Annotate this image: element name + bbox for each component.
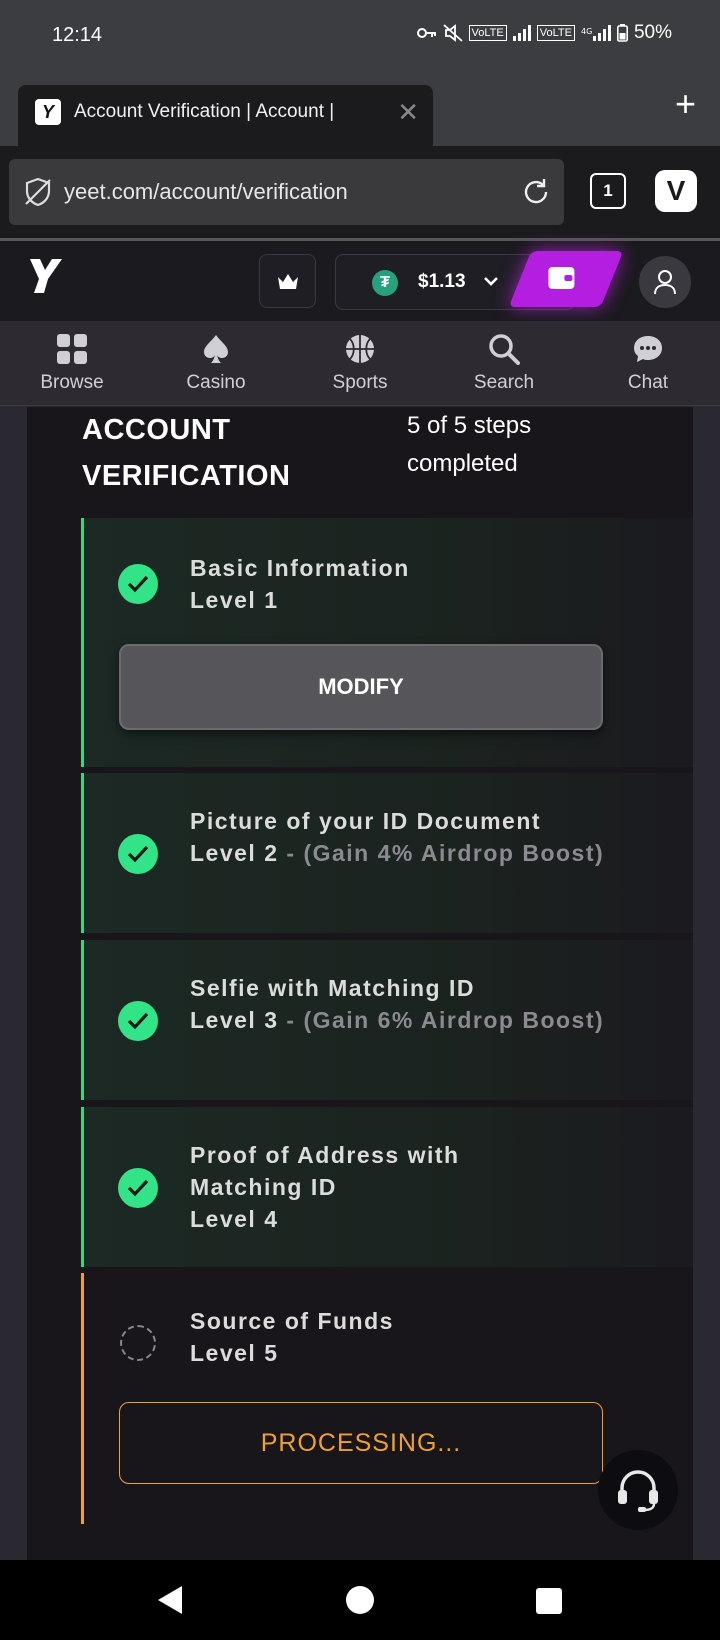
nav-label: Browse [40, 372, 104, 393]
check-icon [118, 1001, 158, 1041]
address-bar[interactable]: yeet.com/account/verification [9, 159, 564, 225]
tab-switcher-button[interactable]: 1 [590, 173, 626, 209]
step-bonus: - (Gain 4% Airdrop Boost) [278, 840, 605, 866]
wallet-icon [548, 267, 575, 289]
step-name: Proof of Address with Matching ID [190, 1142, 460, 1200]
check-icon [118, 564, 158, 604]
verification-step-1: Basic Information Level 1 MODIFY [81, 518, 693, 767]
step-title: Proof of Address with Matching ID Level … [190, 1139, 520, 1235]
back-icon[interactable] [158, 1586, 182, 1614]
verification-step-4: Proof of Address with Matching ID Level … [81, 1107, 693, 1267]
status-time: 12:14 [52, 24, 103, 46]
modify-button[interactable]: MODIFY [119, 644, 603, 730]
step-name: Selfie with Matching ID [190, 975, 475, 1001]
check-icon [118, 834, 158, 874]
home-icon[interactable] [346, 1586, 374, 1614]
live-support-button[interactable] [598, 1450, 678, 1530]
search-icon [489, 334, 520, 365]
step-level: Level 1 [190, 587, 279, 613]
address-row: yeet.com/account/verification 1 V [0, 146, 720, 238]
step-name: Basic Information [190, 555, 410, 581]
tab-strip: Y Account Verification | Account | ✕ + [0, 72, 720, 146]
main-nav: Browse Casino Sports Search Chat [0, 321, 720, 406]
yeet-logo[interactable] [28, 255, 68, 295]
nav-label: Search [473, 372, 535, 393]
verification-panel: ACCOUNT VERIFICATION 5 of 5 steps comple… [27, 407, 693, 1560]
nav-label: Sports [332, 372, 388, 393]
browser-tab[interactable]: Y Account Verification | Account | ✕ [18, 85, 433, 146]
step-level: Level 2 [190, 840, 279, 866]
processing-button[interactable]: PROCESSING... [119, 1402, 603, 1484]
crown-icon [278, 274, 298, 289]
new-tab-button[interactable]: + [675, 86, 696, 122]
step-level: Level 4 [190, 1206, 279, 1232]
battery-icon [616, 24, 628, 42]
nav-search[interactable]: Search [432, 321, 576, 406]
vivaldi-menu-icon[interactable]: V [655, 170, 697, 212]
page-title: ACCOUNT VERIFICATION [82, 414, 291, 492]
svg-text:4G: 4G [581, 27, 592, 36]
step-title: Basic Information Level 1 [190, 552, 610, 616]
url-text[interactable]: yeet.com/account/verification [64, 179, 348, 205]
tab-title: Account Verification | Account | [74, 101, 335, 122]
shield-icon[interactable] [22, 176, 54, 208]
android-nav-bar [0, 1560, 720, 1640]
verification-step-3: Selfie with Matching ID Level 3 - (Gain … [81, 940, 693, 1100]
chevron-down-icon [484, 277, 498, 286]
steps-progress: 5 of 5 steps completed [407, 412, 532, 477]
user-icon [654, 270, 676, 295]
step-name: Picture of your ID Document [190, 808, 542, 834]
close-tab-icon[interactable]: ✕ [397, 99, 419, 125]
step-level: Level 3 [190, 1007, 279, 1033]
step-level: Level 5 [190, 1340, 279, 1366]
step-bonus: - (Gain 6% Airdrop Boost) [278, 1007, 605, 1033]
step-title: Selfie with Matching ID Level 3 - (Gain … [190, 972, 610, 1036]
nav-browse[interactable]: Browse [0, 321, 144, 406]
battery-level: 50% [633, 22, 672, 43]
nav-label: Casino [186, 372, 246, 393]
nav-label: Chat [627, 372, 669, 393]
basketball-icon [346, 335, 374, 363]
spade-icon [204, 335, 228, 363]
balance-amount: $1.13 [418, 271, 466, 292]
status-icons: VoLTE VoLTE 4G 50% [416, 22, 672, 44]
nav-chat[interactable]: Chat [576, 321, 720, 406]
step-name: Source of Funds [190, 1308, 394, 1334]
status-bar: 12:14 VoLTE VoLTE 4G 50% [0, 0, 720, 72]
step-title: Source of Funds Level 5 [190, 1305, 610, 1369]
vip-button[interactable] [259, 254, 316, 308]
recents-icon[interactable] [536, 1588, 562, 1614]
volte-badge: VoLTE [468, 25, 507, 41]
nav-sports[interactable]: Sports [288, 321, 432, 406]
favicon: Y [35, 99, 61, 125]
grid-icon [57, 334, 87, 364]
profile-button[interactable] [639, 256, 691, 308]
reload-icon[interactable] [520, 176, 552, 208]
headset-icon [618, 1470, 658, 1512]
key-icon [416, 28, 436, 38]
step-title: Picture of your ID Document Level 2 - (G… [190, 805, 610, 869]
nav-casino[interactable]: Casino [144, 321, 288, 406]
volte-badge: VoLTE [536, 25, 575, 41]
mute-icon [442, 24, 463, 42]
site-header: ₮ $1.13 [0, 241, 720, 321]
check-icon [118, 1168, 158, 1208]
pending-spinner-icon [120, 1325, 156, 1361]
chat-icon [634, 336, 662, 362]
signal-icon [512, 25, 531, 41]
verification-step-2: Picture of your ID Document Level 2 - (G… [81, 773, 693, 933]
signal-icon: 4G [581, 25, 611, 41]
tether-icon: ₮ [372, 270, 398, 296]
